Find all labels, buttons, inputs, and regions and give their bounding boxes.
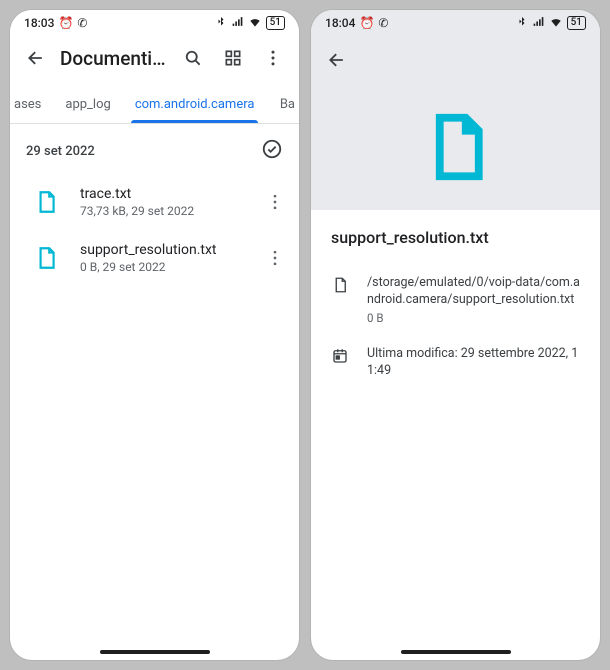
tab-app-log[interactable]: app_log [53, 86, 122, 123]
tab-partial-left[interactable]: ases [10, 86, 53, 123]
section-date: 29 set 2022 [26, 144, 95, 159]
file-path: /storage/emulated/0/voip-data/com.androi… [367, 275, 580, 309]
file-icon [331, 275, 351, 326]
back-button[interactable] [20, 42, 52, 74]
battery-percent: 51 [571, 17, 582, 29]
page-title: Documenti e altr… [60, 47, 169, 70]
detail-file-name: support_resolution.txt [311, 210, 600, 269]
detail-modified-row: Ultima modifica: 29 settembre 2022, 11:4… [311, 340, 600, 394]
detail-path-text: /storage/emulated/0/voip-data/com.androi… [367, 275, 580, 326]
home-indicator[interactable] [100, 650, 210, 654]
detail-path-row: /storage/emulated/0/voip-data/com.androi… [311, 269, 600, 340]
file-icon [26, 238, 66, 278]
bluetooth-icon [215, 16, 227, 31]
status-bar: 18:04 ⏰ ✆ 51 [311, 10, 600, 36]
status-time-area: 18:03 ⏰ ✆ [24, 16, 87, 30]
file-info: support_resolution.txt 0 B, 29 set 2022 [80, 242, 247, 274]
app-bar: Documenti e altr… [10, 36, 299, 80]
back-button[interactable] [321, 44, 353, 76]
detail-hero: 18:04 ⏰ ✆ 51 [311, 10, 600, 210]
file-name: trace.txt [80, 186, 247, 202]
battery-indicator: 51 [567, 16, 586, 30]
file-row[interactable]: trace.txt 73,73 kB, 29 set 2022 [10, 174, 299, 230]
search-button[interactable] [177, 42, 209, 74]
signal-icon [532, 15, 545, 31]
status-time-area: 18:04 ⏰ ✆ [325, 16, 388, 30]
select-all-toggle[interactable] [261, 138, 283, 164]
battery-indicator: 51 [266, 16, 285, 30]
date-section-header: 29 set 2022 [10, 124, 299, 174]
file-row[interactable]: support_resolution.txt 0 B, 29 set 2022 [10, 230, 299, 286]
tab-com-android-camera[interactable]: com.android.camera [123, 86, 267, 123]
whatsapp-icon: ✆ [77, 16, 87, 30]
calendar-icon [331, 346, 351, 380]
status-bar: 18:03 ⏰ ✆ 51 [10, 10, 299, 36]
view-grid-button[interactable] [217, 42, 249, 74]
wifi-icon [549, 15, 563, 32]
signal-icon [231, 15, 244, 31]
status-right-cluster: 51 [516, 15, 586, 32]
alarm-icon: ⏰ [359, 16, 374, 30]
file-icon [26, 182, 66, 222]
alarm-icon: ⏰ [58, 16, 73, 30]
screen-file-list: 18:03 ⏰ ✆ 51 Documenti e altr… [10, 10, 299, 660]
file-list: trace.txt 73,73 kB, 29 set 2022 support_… [10, 174, 299, 286]
file-name: support_resolution.txt [80, 242, 247, 258]
file-size: 0 B [367, 311, 580, 327]
folder-tabs[interactable]: ases app_log com.android.camera Ba [10, 86, 299, 124]
file-more-button[interactable] [261, 242, 289, 274]
file-info: trace.txt 73,73 kB, 29 set 2022 [80, 186, 247, 218]
detail-modified-text: Ultima modifica: 29 settembre 2022, 11:4… [367, 346, 580, 380]
file-meta: 0 B, 29 set 2022 [80, 260, 247, 274]
status-right-cluster: 51 [215, 15, 285, 32]
file-meta: 73,73 kB, 29 set 2022 [80, 204, 247, 218]
screen-file-details: 18:04 ⏰ ✆ 51 [311, 10, 600, 660]
whatsapp-icon: ✆ [378, 16, 388, 30]
wifi-icon [248, 15, 262, 32]
status-time: 18:04 [325, 16, 355, 30]
status-time: 18:03 [24, 16, 54, 30]
file-more-button[interactable] [261, 186, 289, 218]
detail-app-bar [311, 36, 600, 84]
home-indicator[interactable] [401, 650, 511, 654]
overflow-menu-button[interactable] [257, 42, 289, 74]
bluetooth-icon [516, 16, 528, 31]
battery-percent: 51 [270, 17, 281, 29]
tab-partial-right[interactable]: Ba [268, 86, 299, 123]
file-type-big-icon [311, 84, 600, 210]
